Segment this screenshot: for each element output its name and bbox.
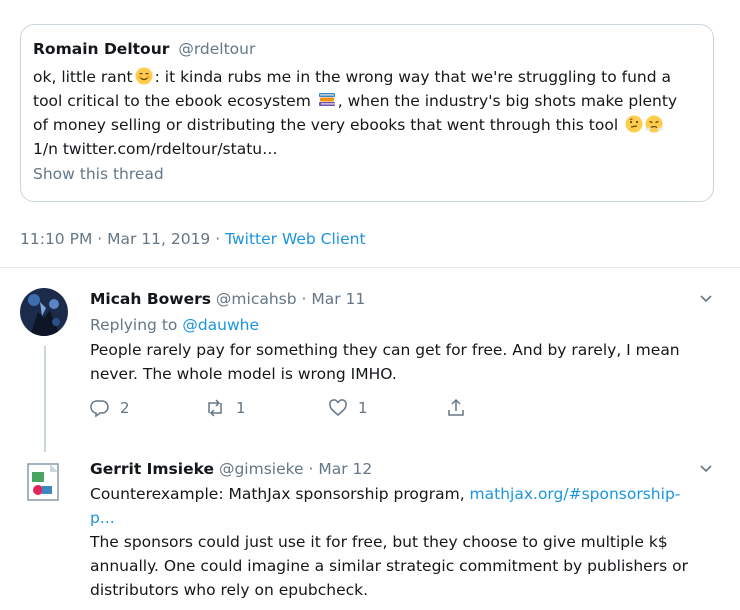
quoted-tweet-text: ok, little rant : it kinda rubs me in the…	[33, 65, 701, 161]
reply-icon	[90, 400, 109, 418]
reply-author-name[interactable]: Micah Bowers	[90, 290, 211, 308]
reply-author-handle[interactable]: @micahsb	[216, 290, 297, 308]
broken-image-icon	[27, 463, 59, 501]
reply-actions: 2 1 1	[90, 398, 490, 422]
sponsorship-link[interactable]: p...	[90, 509, 115, 527]
quoted-text-part: ok, little rant	[33, 68, 133, 86]
sponsorship-link[interactable]: mathjax.org/#sponsorship-	[470, 485, 681, 503]
reply-author-handle[interactable]: @gimsieke	[219, 460, 304, 478]
chevron-down-icon[interactable]	[698, 460, 714, 476]
heart-icon	[329, 399, 347, 416]
tweet-metadata: 11:10 PM · Mar 11, 2019 · Twitter Web Cl…	[20, 228, 366, 250]
tweet-timestamp[interactable]: 11:10 PM · Mar 11, 2019 ·	[20, 230, 225, 248]
avatar[interactable]	[20, 288, 68, 336]
reply-text-line: People rarely pay for something they can…	[90, 341, 680, 359]
reply-date[interactable]: · Mar 11	[302, 290, 366, 308]
reply-header: Gerrit Imsieke @gimsieke · Mar 12	[90, 458, 700, 480]
reply-count: 2	[120, 399, 130, 417]
reply-author-name[interactable]: Gerrit Imsieke	[90, 460, 214, 478]
divider	[0, 267, 740, 268]
chevron-down-icon[interactable]	[698, 290, 714, 306]
share-icon	[448, 398, 464, 416]
quoted-author-name[interactable]: Romain Deltour	[33, 40, 169, 58]
reply-date[interactable]: · Mar 12	[309, 460, 373, 478]
steam-face-emoji-icon	[645, 115, 663, 133]
like-count: 1	[358, 399, 368, 417]
quoted-text-part: of money selling or distributing the ver…	[33, 116, 619, 134]
like-action[interactable]: 1	[328, 398, 368, 418]
quoted-text-part: : it kinda rubs me in the wrong way that…	[154, 68, 671, 86]
reply-text-line: annually. One could imagine a similar st…	[90, 557, 688, 575]
show-thread-link[interactable]: Show this thread	[33, 165, 701, 183]
thinking-face-emoji-icon	[625, 115, 643, 133]
thread-line	[44, 346, 46, 452]
quoted-text-part: tool critical to the ebook ecosystem	[33, 92, 311, 110]
avatar-image	[20, 288, 68, 336]
quoted-tweet-card[interactable]: Romain Deltour @rdeltour ok, little rant…	[20, 24, 714, 202]
retweet-icon	[208, 399, 222, 417]
reply-text-part: Counterexample: MathJax sponsorship prog…	[90, 485, 470, 503]
books-emoji-icon	[318, 93, 335, 106]
replying-to: Replying to @dauwhe	[90, 314, 700, 336]
retweet-action[interactable]: 1	[204, 398, 246, 418]
reply-text-line: distributors who rely on epubcheck.	[90, 581, 369, 599]
quoted-text-part: , when the industry's big shots make ple…	[337, 92, 678, 110]
reply-tweet[interactable]: Gerrit Imsieke @gimsieke · Mar 12 Counte…	[90, 458, 700, 602]
reply-action[interactable]: 2	[90, 398, 130, 418]
reply-text: People rarely pay for something they can…	[90, 338, 700, 386]
relieved-face-emoji-icon	[135, 67, 153, 85]
replying-to-label: Replying to	[90, 316, 183, 334]
quoted-text-part[interactable]: 1/n twitter.com/rdeltour/statu…	[33, 140, 278, 158]
reply-text-line: The sponsors could just use it for free,…	[90, 533, 668, 551]
reply-text-line: never. The whole model is wrong IMHO.	[90, 365, 397, 383]
reply-text: Counterexample: MathJax sponsorship prog…	[90, 482, 700, 602]
reply-tweet[interactable]: Micah Bowers @micahsb · Mar 11 Replying …	[90, 288, 700, 386]
reply-header: Micah Bowers @micahsb · Mar 11	[90, 288, 700, 310]
quoted-author-handle[interactable]: @rdeltour	[178, 40, 255, 58]
replying-to-link[interactable]: @dauwhe	[182, 316, 259, 334]
quoted-tweet-header: Romain Deltour @rdeltour	[33, 39, 701, 59]
tweet-client-link[interactable]: Twitter Web Client	[225, 230, 365, 248]
avatar[interactable]	[20, 458, 68, 506]
retweet-count: 1	[236, 399, 246, 417]
share-action[interactable]	[446, 398, 466, 418]
